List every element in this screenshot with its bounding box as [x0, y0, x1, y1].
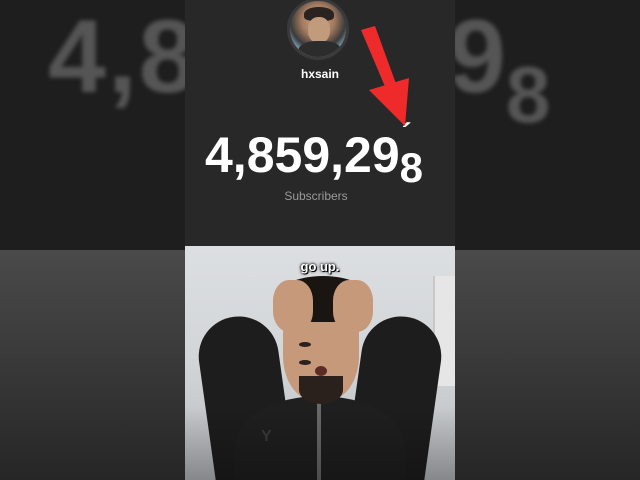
left-hand	[273, 280, 313, 332]
arrow-head	[369, 78, 409, 126]
person-eyes	[299, 334, 345, 365]
subscriber-count-main: 4,859,29	[205, 127, 400, 183]
subscriber-count: 4,859,29 ´ 8	[205, 118, 423, 191]
blurred-count-right: 98	[448, 0, 550, 139]
red-arrow-icon	[361, 26, 409, 126]
subscriber-count-last-digit: ´ 8	[400, 118, 423, 192]
blurred-count-right-digit: 9	[448, 0, 506, 115]
short-frame: hxsain 4,859,29´8 Subscribers Y go up.	[185, 0, 455, 480]
avatar-face	[308, 17, 330, 43]
subscribers-label: Subscribers	[284, 189, 348, 203]
video-caption: go up.	[300, 259, 340, 274]
blurred-count-right-subdigit: 8	[505, 50, 551, 139]
blurred-count-left: 4,8	[48, 0, 199, 115]
reaction-video[interactable]: Y	[185, 246, 455, 480]
subscriber-count-card: hxsain 4,859,29 ´ 8 Subscribers	[185, 0, 455, 246]
person-beard	[299, 376, 343, 404]
video-shadow	[185, 406, 455, 480]
right-hand	[333, 280, 373, 332]
avatar-body	[298, 41, 342, 57]
channel-avatar[interactable]	[287, 0, 349, 60]
person-mouth	[315, 366, 327, 376]
